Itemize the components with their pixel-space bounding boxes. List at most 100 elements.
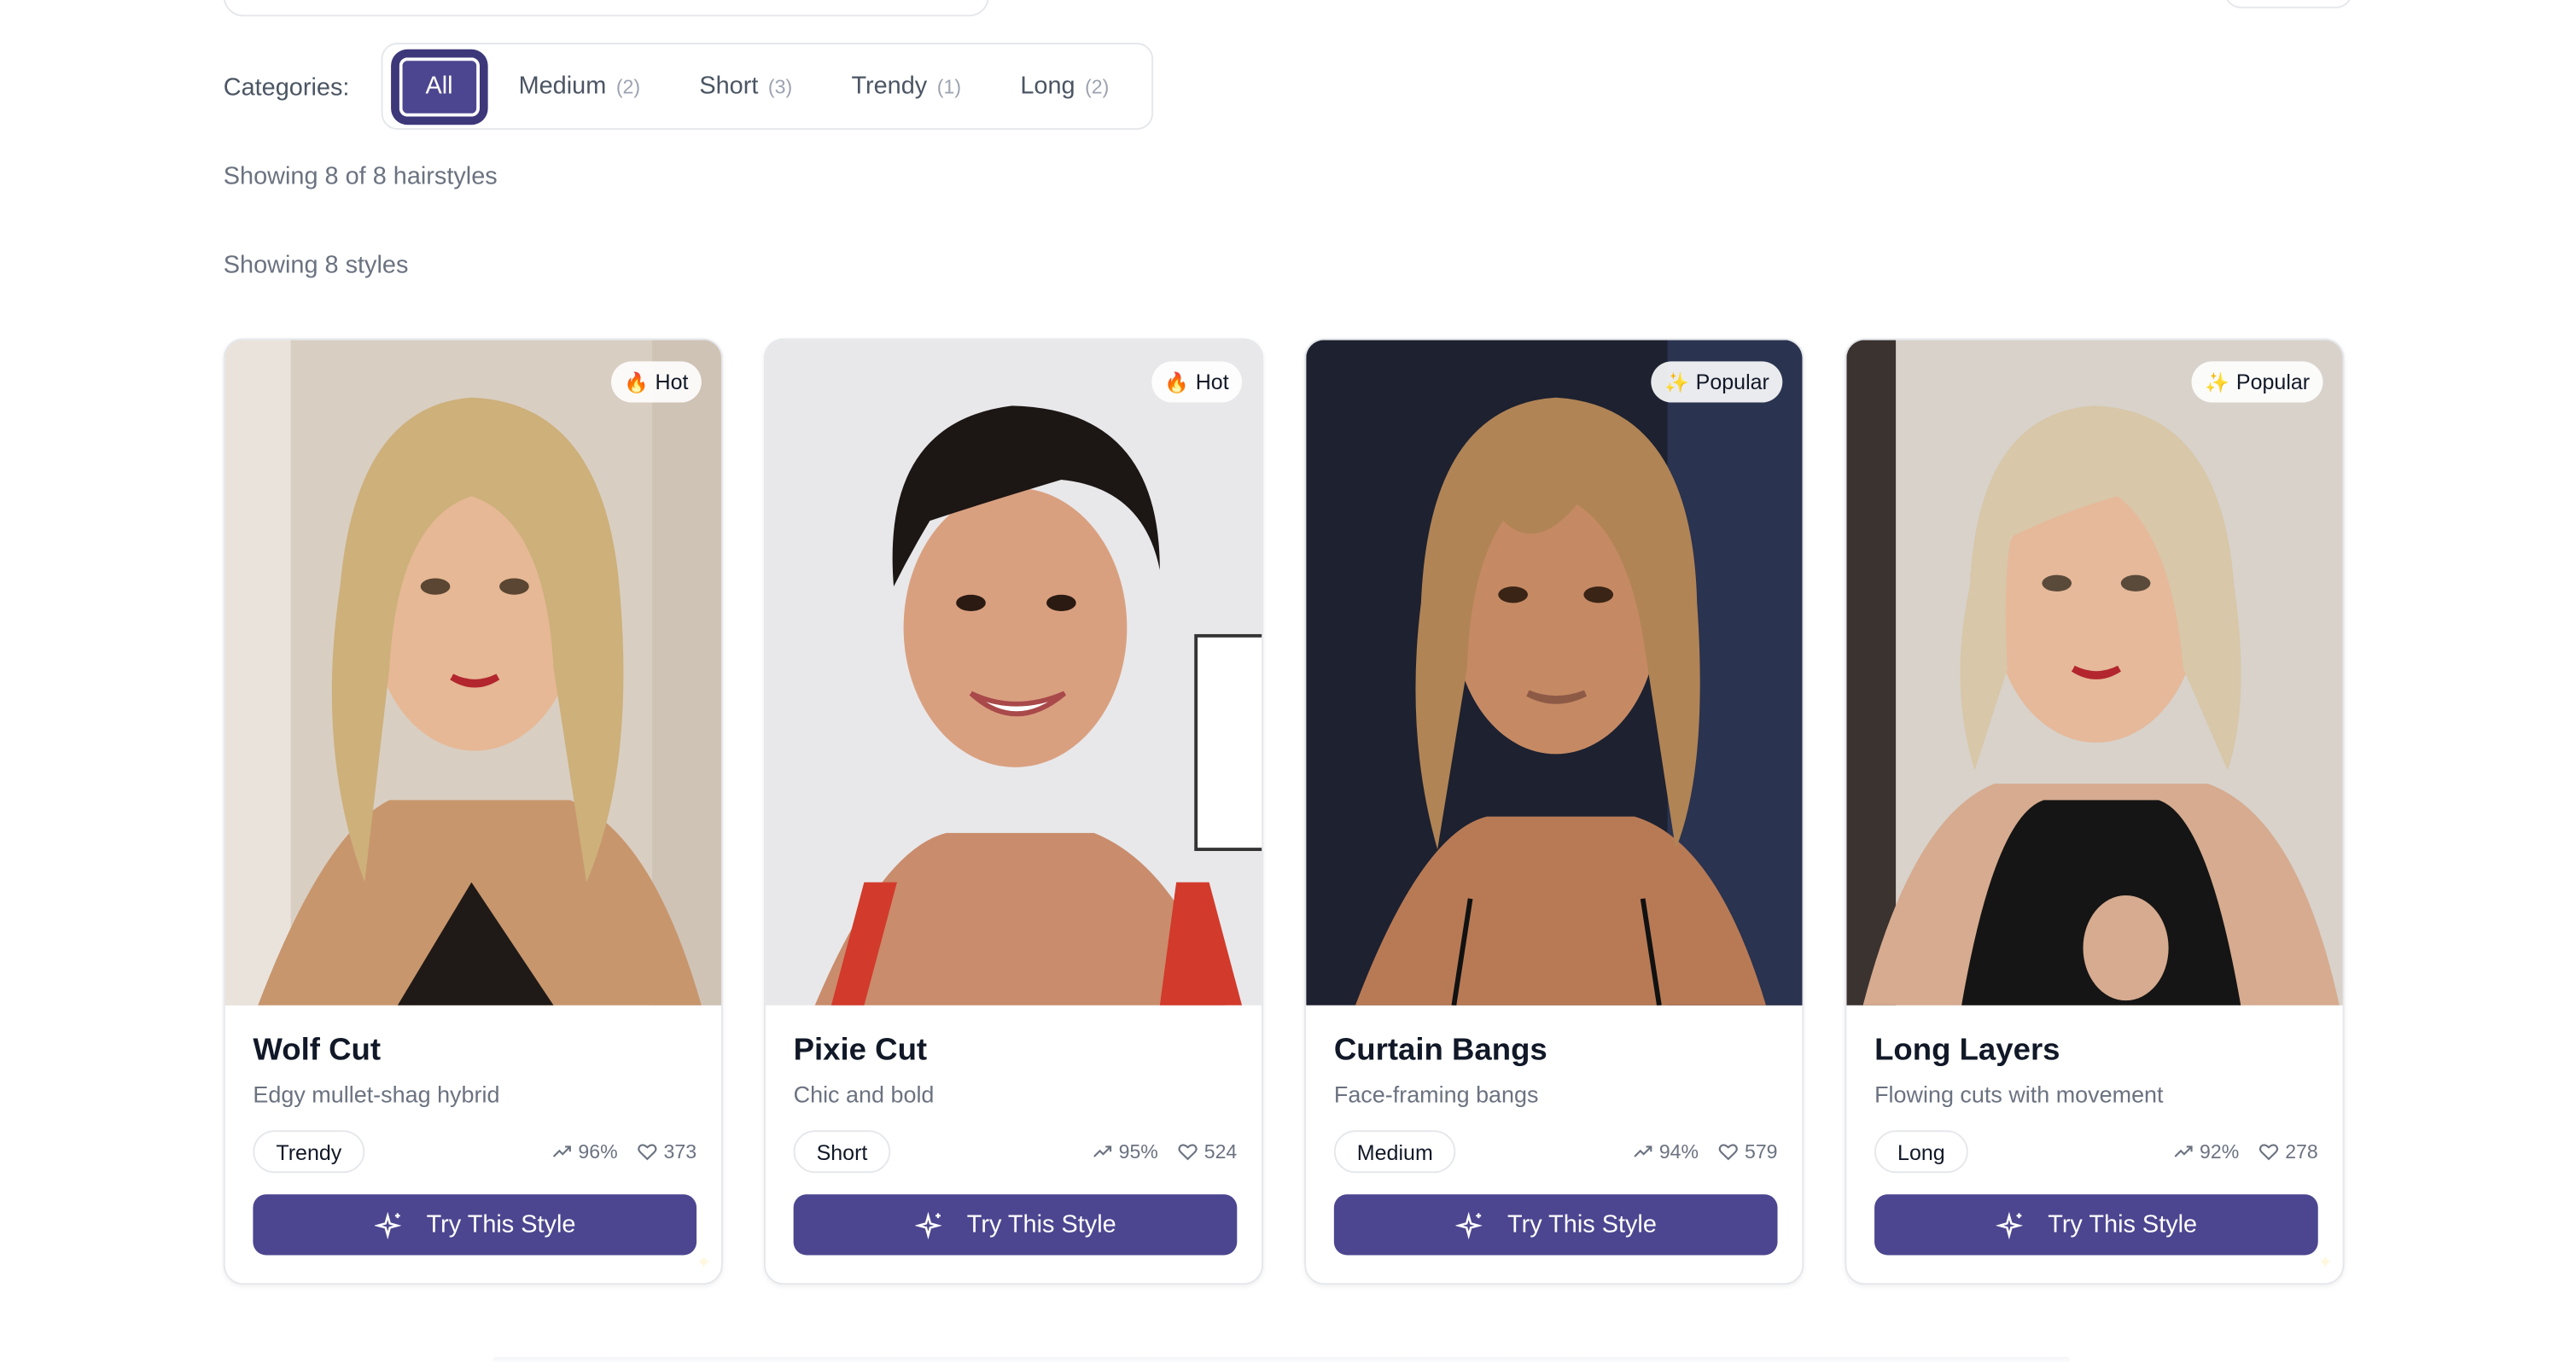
page: Categories: All Medium (2) Short (3) Tre… bbox=[0, 0, 2576, 1364]
meta-row: Long 92% 278 bbox=[1874, 1130, 2318, 1174]
likes-value: 579 bbox=[1744, 1140, 1778, 1163]
category-filter: All Medium (2) Short (3) Trendy (1) Long… bbox=[381, 43, 1154, 131]
trending-up-icon bbox=[1093, 1145, 1112, 1157]
hairstyle-photo bbox=[1846, 340, 2343, 1006]
trending-up-icon bbox=[552, 1145, 571, 1157]
trending-up-icon bbox=[1634, 1145, 1652, 1157]
badge-label: Popular bbox=[1695, 370, 1769, 394]
popular-badge: ✨ Popular bbox=[2192, 361, 2323, 403]
sparkles-icon bbox=[1454, 1210, 1483, 1239]
category-label: Short bbox=[699, 72, 759, 101]
try-style-label: Try This Style bbox=[1507, 1210, 1657, 1239]
card-body: Wolf Cut Edgy mullet-shag hybrid Trendy … bbox=[253, 1030, 697, 1256]
trend-value: 92% bbox=[2200, 1140, 2240, 1163]
sparkle-icon: ✨ bbox=[2205, 370, 2230, 393]
hairstyle-card-long-layers[interactable]: ✨ Popular ✦ Long Layers Flowing cuts wit… bbox=[1845, 338, 2345, 1285]
likes-stat[interactable]: 278 bbox=[2258, 1140, 2318, 1163]
trend-stat: 96% bbox=[552, 1140, 618, 1163]
trend-value: 95% bbox=[1118, 1140, 1158, 1163]
hot-badge: 🔥 Hot bbox=[1151, 361, 1243, 403]
category-count: (2) bbox=[615, 74, 641, 98]
stats: 96% 373 bbox=[552, 1140, 696, 1163]
card-body: Curtain Bangs Face-framing bangs Medium … bbox=[1333, 1030, 1778, 1256]
stats: 95% 524 bbox=[1093, 1140, 1237, 1163]
styles-count: Showing 8 styles bbox=[223, 251, 409, 280]
category-all-button[interactable]: All bbox=[395, 53, 483, 119]
hairstyle-title: Long Layers bbox=[1874, 1033, 2060, 1069]
trending-up-icon bbox=[2174, 1145, 2193, 1157]
hairstyle-description: Flowing cuts with movement bbox=[1874, 1081, 2164, 1108]
fire-icon: 🔥 bbox=[1164, 370, 1190, 393]
hairstyle-title: Pixie Cut bbox=[793, 1033, 928, 1069]
category-label: Long bbox=[1020, 72, 1075, 101]
category-tag: Medium bbox=[1333, 1130, 1456, 1174]
category-count: (2) bbox=[1085, 74, 1110, 98]
try-style-label: Try This Style bbox=[426, 1210, 576, 1239]
trend-value: 96% bbox=[578, 1140, 618, 1163]
popular-badge: ✨ Popular bbox=[1651, 361, 1783, 403]
heart-icon bbox=[2258, 1144, 2279, 1161]
try-style-label: Try This Style bbox=[2048, 1210, 2198, 1239]
category-label: Trendy bbox=[851, 72, 928, 101]
hot-badge: 🔥 Hot bbox=[610, 361, 702, 403]
category-tag: Short bbox=[793, 1130, 891, 1174]
stats: 92% 278 bbox=[2173, 1140, 2318, 1163]
likes-value: 524 bbox=[1203, 1140, 1238, 1163]
hairstyle-description: Chic and bold bbox=[793, 1081, 935, 1108]
category-tag: Long bbox=[1874, 1130, 1968, 1174]
hairstyle-title: Wolf Cut bbox=[253, 1033, 382, 1069]
likes-value: 278 bbox=[2285, 1140, 2318, 1163]
category-trendy-button[interactable]: Trendy (1) bbox=[822, 54, 991, 119]
category-count: (3) bbox=[767, 74, 793, 98]
sparkle-icon: ✦ bbox=[696, 1253, 712, 1274]
search-input[interactable] bbox=[223, 0, 989, 17]
trend-value: 94% bbox=[1658, 1140, 1699, 1163]
card-body: Long Layers Flowing cuts with movement L… bbox=[1874, 1030, 2318, 1256]
hairstyle-photo bbox=[224, 340, 721, 1006]
trend-stat: 95% bbox=[1093, 1140, 1158, 1163]
divider bbox=[492, 1356, 2071, 1364]
category-count: (1) bbox=[936, 74, 962, 98]
sparkles-icon bbox=[914, 1210, 941, 1239]
meta-row: Medium 94% 579 bbox=[1333, 1130, 1778, 1174]
try-style-button[interactable]: Try This Style bbox=[1874, 1194, 2318, 1256]
heart-icon bbox=[1718, 1144, 1738, 1161]
badge-label: Hot bbox=[1195, 370, 1229, 394]
results-count: Showing 8 of 8 hairstyles bbox=[223, 162, 498, 191]
badge-label: Popular bbox=[2235, 370, 2311, 394]
sparkle-icon: ✨ bbox=[1664, 370, 1689, 393]
hairstyle-card-wolf-cut[interactable]: 🔥 Hot ✦ Wolf Cut Edgy mullet-shag hybrid… bbox=[223, 338, 723, 1285]
sparkle-icon: ✦ bbox=[2317, 1253, 2334, 1274]
likes-value: 373 bbox=[663, 1140, 697, 1163]
likes-stat[interactable]: 579 bbox=[1718, 1140, 1778, 1163]
hairstyle-photo bbox=[765, 340, 1262, 1006]
badge-label: Hot bbox=[655, 370, 689, 394]
category-long-button[interactable]: Long (2) bbox=[991, 54, 1139, 119]
hairstyle-card-curtain-bangs[interactable]: ✨ Popular Curtain Bangs Face-framing ban… bbox=[1304, 338, 1804, 1285]
fire-icon: 🔥 bbox=[624, 370, 649, 393]
likes-stat[interactable]: 524 bbox=[1178, 1140, 1237, 1163]
category-short-button[interactable]: Short (3) bbox=[670, 54, 822, 119]
category-medium-button[interactable]: Medium (2) bbox=[489, 54, 670, 119]
hairstyle-card-pixie-cut[interactable]: 🔥 Hot Pixie Cut Chic and bold Short 95% bbox=[763, 338, 1264, 1285]
categories-label: Categories: bbox=[223, 73, 350, 102]
trend-stat: 92% bbox=[2173, 1140, 2239, 1163]
sparkles-icon bbox=[373, 1210, 401, 1239]
hairstyle-description: Edgy mullet-shag hybrid bbox=[253, 1081, 500, 1108]
hairstyle-grid: 🔥 Hot ✦ Wolf Cut Edgy mullet-shag hybrid… bbox=[223, 338, 2345, 1285]
card-body: Pixie Cut Chic and bold Short 95% 524 Tr… bbox=[793, 1030, 1238, 1256]
trend-stat: 94% bbox=[1633, 1140, 1699, 1163]
try-style-button[interactable]: Try This Style bbox=[253, 1194, 697, 1256]
stats: 94% 579 bbox=[1633, 1140, 1778, 1163]
try-style-button[interactable]: Try This Style bbox=[793, 1194, 1238, 1256]
category-label: Medium bbox=[518, 72, 607, 101]
try-style-button[interactable]: Try This Style bbox=[1333, 1194, 1778, 1256]
category-tag: Trendy bbox=[253, 1130, 365, 1174]
likes-stat[interactable]: 373 bbox=[638, 1140, 696, 1163]
heart-icon bbox=[1178, 1144, 1198, 1161]
meta-row: Trendy 96% 373 bbox=[253, 1130, 696, 1174]
hairstyle-photo bbox=[1306, 340, 1803, 1006]
hairstyle-description: Face-framing bangs bbox=[1333, 1081, 1539, 1108]
sparkles-icon bbox=[1995, 1210, 2023, 1239]
sort-select[interactable] bbox=[2224, 0, 2353, 9]
